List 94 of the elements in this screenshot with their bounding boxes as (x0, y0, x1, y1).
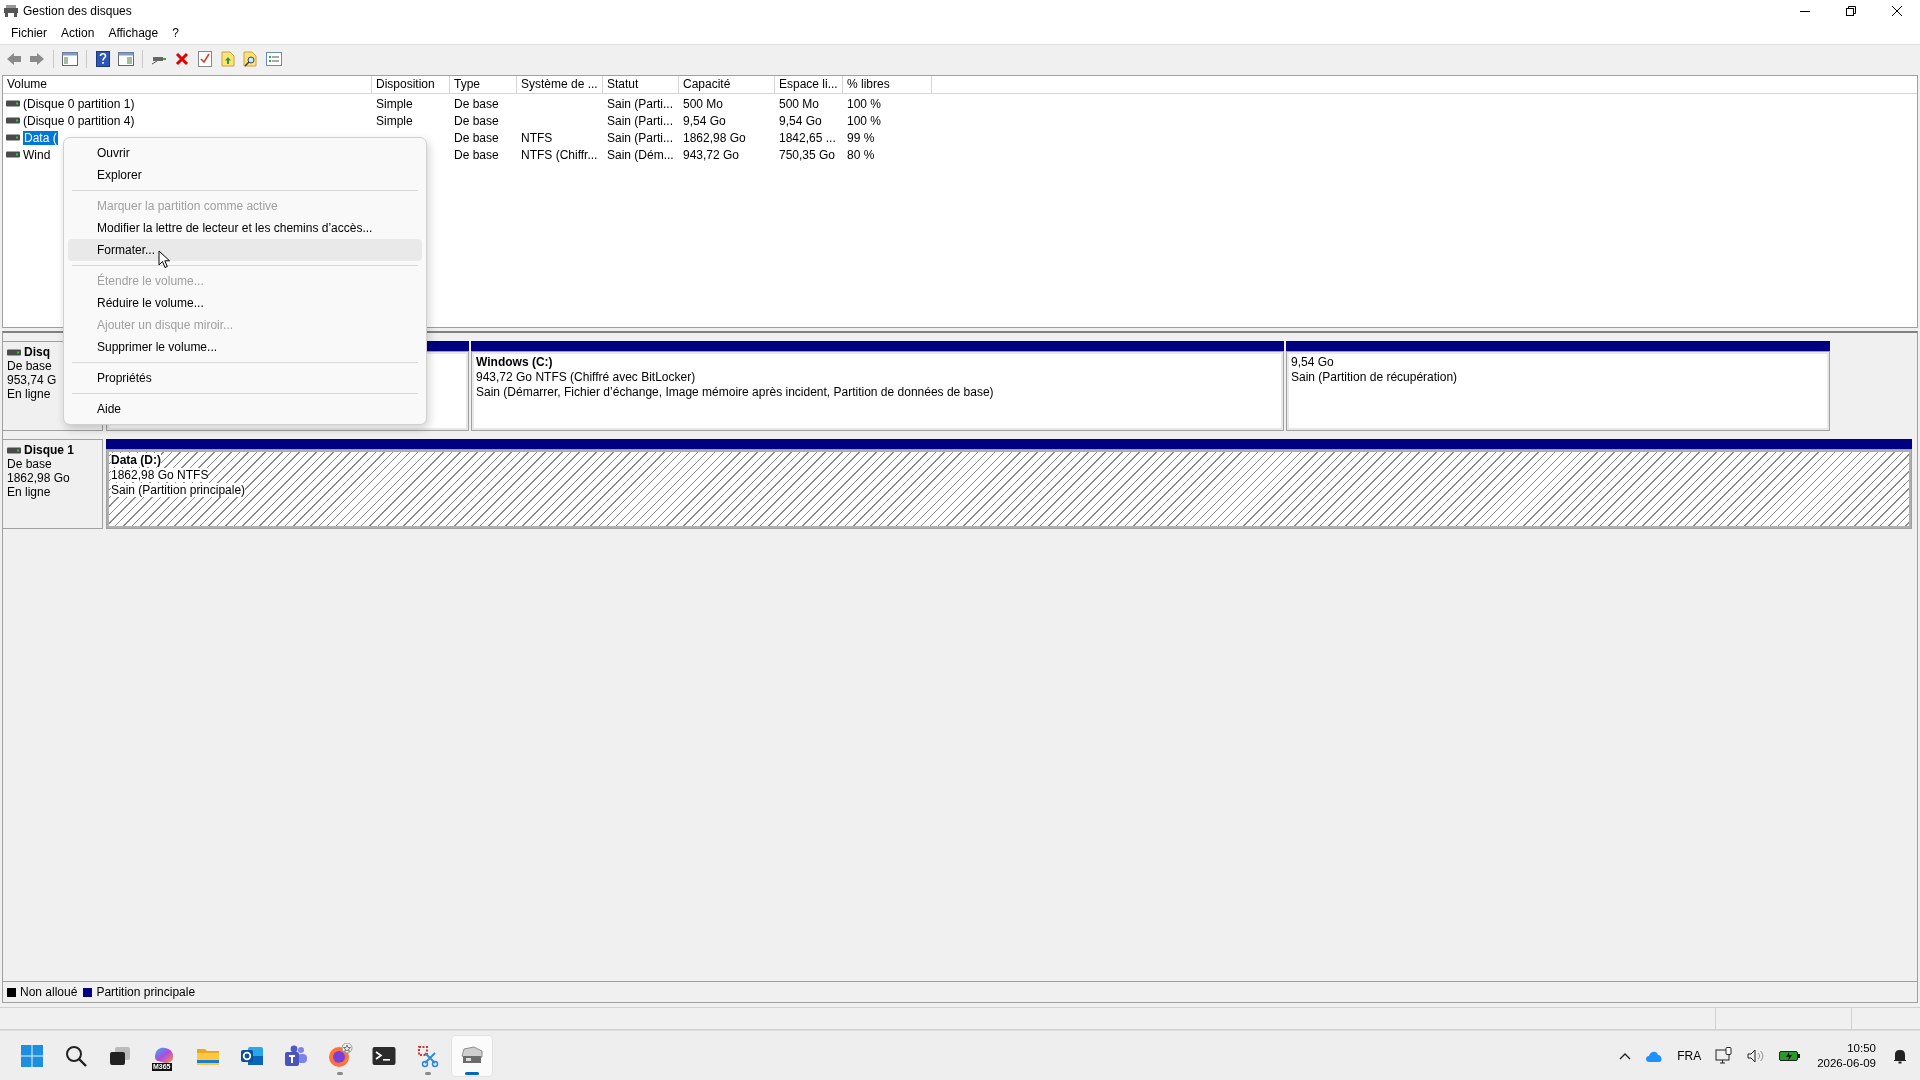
table-cell: De base (454, 130, 499, 145)
disk-label[interactable]: Disque 1 De base 1862,98 Go En ligne (3, 439, 103, 529)
column-header[interactable]: Système de ... (517, 76, 603, 93)
table-cell: Sain (Parti... (607, 113, 674, 128)
menu-item[interactable]: Formater... (68, 239, 422, 261)
people-app-icon (284, 1044, 308, 1067)
column-header[interactable]: Espace li... (775, 76, 843, 93)
help-icon[interactable] (93, 48, 113, 69)
table-cell: Simple (376, 113, 413, 128)
scissors-icon (416, 1043, 440, 1068)
table-cell: 500 Mo (779, 96, 820, 111)
table-cell[interactable]: Wind (23, 147, 51, 162)
table-cell: De base (454, 147, 499, 162)
drive-icon (6, 117, 20, 124)
legend-label: Partition principale (96, 985, 196, 999)
menu-item[interactable]: Modifier la lettre de lecteur et les chemins d’accès... (68, 217, 422, 239)
checklist-icon[interactable] (195, 48, 215, 69)
table-cell: 100 % (847, 113, 882, 128)
disk-size: 1862,98 Go (7, 471, 71, 485)
menu-item[interactable]: Réduire le volume... (68, 292, 422, 314)
legend-label: Non alloué (20, 985, 78, 999)
table-cell: 9,54 Go (779, 113, 822, 128)
column-header[interactable]: Statut (603, 76, 679, 93)
table-cell: 99 % (847, 130, 875, 145)
partition-block[interactable]: Data (D:) 1862,98 Go NTFS Sain (Partition principale) (106, 449, 1912, 529)
disk-type: De base (7, 457, 53, 471)
table-cell[interactable]: (Disque 0 partition 4) (23, 113, 135, 128)
partition-block[interactable]: Windows (C:) 943,72 Go NTFS (Chiffré avec BitLocker) Sain (Démarrer, Fichier d’échange, Image mémoire après incident, Partition de données de base) (471, 351, 1284, 431)
disk-status: En ligne (7, 485, 52, 499)
table-cell: Sain (Parti... (607, 96, 674, 111)
partition-size: 9,54 Go (1291, 355, 1334, 369)
partition-status: Sain (Partition principale) (111, 483, 246, 497)
disk-name: Disque 1 (24, 443, 74, 457)
table-cell[interactable]: Data ( (23, 130, 58, 145)
running-indicator (337, 1071, 343, 1075)
menu-item[interactable]: Affichage (101, 24, 166, 42)
partition-size: 943,72 Go NTFS (Chiffré avec BitLocker) (476, 370, 696, 384)
table-cell: 500 Mo (683, 96, 724, 111)
drive-icon (6, 151, 20, 158)
column-header[interactable]: Disposition (372, 76, 450, 93)
clock[interactable]: 10:50 2026-06-09 (1813, 1040, 1880, 1071)
column-header[interactable]: Volume (3, 76, 372, 93)
close-icon[interactable] (1892, 6, 1902, 16)
table-cell: NTFS (Chiffr... (521, 147, 598, 162)
menu-item[interactable]: Ouvrir (68, 142, 422, 164)
menu-item[interactable]: Explorer (68, 164, 422, 186)
table-cell: Sain (Parti... (607, 130, 674, 145)
menu-item[interactable]: ? (165, 24, 186, 42)
table-cell: De base (454, 113, 499, 128)
table-cell: 80 % (847, 147, 875, 162)
language-indicator[interactable]: FRA (1675, 1046, 1704, 1065)
table-cell: NTFS (521, 130, 553, 145)
partition-status: Sain (Démarrer, Fichier d’échange, Image mémoire après incident, Partition de données de base) (476, 385, 994, 399)
mouse-pointer-icon (158, 250, 171, 269)
drive-icon (6, 134, 20, 141)
task-view-icon (109, 1044, 131, 1067)
partition-status: Sain (Partition de récupération) (1291, 370, 1458, 384)
partition-block[interactable]: 9,54 Go Sain (Partition de récupération) (1286, 351, 1830, 431)
partition-title: Windows (C:) (476, 355, 553, 369)
column-header[interactable]: Capacité (679, 76, 775, 93)
window-title: Gestion des disques (23, 4, 133, 18)
table-cell: 750,35 Go (779, 147, 836, 162)
column-header[interactable]: % libres (843, 76, 932, 93)
app-icon (4, 5, 18, 17)
table-cell: 9,54 Go (683, 113, 726, 128)
running-indicator (425, 1071, 431, 1075)
disk-name: Disq (24, 345, 50, 359)
clock-date: 2026-06-09 (1817, 1055, 1876, 1071)
menu-item[interactable]: Fichier (4, 24, 54, 42)
table-cell: 943,72 Go (683, 147, 740, 162)
globe-icon (327, 1042, 353, 1069)
drive-icon (7, 446, 21, 454)
column-header[interactable]: Type (450, 76, 517, 93)
search-icon (65, 1044, 87, 1067)
table-cell: 100 % (847, 96, 882, 111)
clock-time: 10:50 (1847, 1040, 1876, 1056)
running-indicator (465, 1071, 479, 1075)
terminal-icon (372, 1045, 396, 1066)
table-cell: 1842,65 ... (779, 130, 836, 145)
partition-title: Data (D:) (111, 453, 161, 467)
four-squares-icon (21, 1044, 43, 1067)
disk-type: De base (7, 359, 53, 373)
table-cell: De base (454, 96, 499, 111)
table-cell[interactable]: (Disque 0 partition 1) (23, 96, 135, 111)
table-cell: 1862,98 Go (683, 130, 746, 145)
disk-status: En ligne (7, 387, 52, 401)
drive-icon (6, 100, 20, 107)
table-cell: Simple (376, 96, 413, 111)
mail-app-icon (240, 1044, 264, 1067)
table-cell: Sain (Dém... (607, 147, 674, 162)
restore-icon[interactable] (1846, 6, 1856, 16)
menu-item[interactable]: Action (54, 24, 102, 42)
drive-icon (7, 348, 21, 356)
partition-size: 1862,98 Go NTFS (111, 468, 209, 482)
